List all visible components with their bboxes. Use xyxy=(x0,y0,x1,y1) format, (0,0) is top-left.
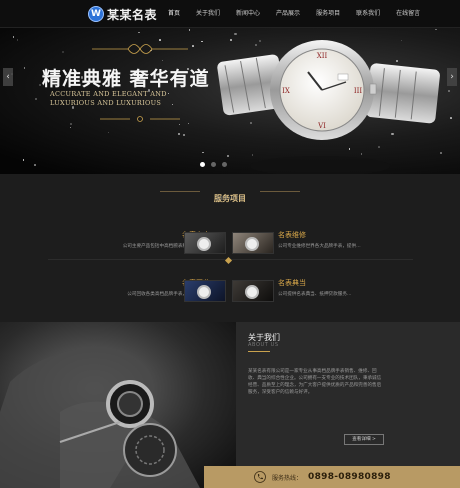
sparkle xyxy=(34,97,37,100)
about-subtitle: ABOUT US xyxy=(248,342,279,348)
sparkle xyxy=(22,159,25,161)
svg-text:III: III xyxy=(354,87,363,95)
sparkle xyxy=(23,67,26,69)
sparkle xyxy=(34,164,37,166)
service-desc: 公司专业维修世界各大品牌手表，提供… xyxy=(278,244,361,249)
about-section: 关于我们 ABOUT US 某某名表有限公司是一家专业从事高档品牌手表销售、维修… xyxy=(0,322,460,488)
site-logo[interactable]: W 某某名表 xyxy=(88,5,157,23)
rock-shadow xyxy=(250,156,390,174)
nav-item-about[interactable]: 关于我们 xyxy=(188,0,228,28)
svg-text:VI: VI xyxy=(317,122,326,130)
nav-item-news[interactable]: 新闻中心 xyxy=(228,0,268,28)
hero-subtitle: ACCURATE AND ELEGANT AND LUXURIOUS AND L… xyxy=(50,90,167,107)
service-image-1[interactable] xyxy=(184,232,226,254)
hero-next-button[interactable]: › xyxy=(447,68,457,86)
watch-band-right xyxy=(365,63,440,124)
about-panel: 关于我们 ABOUT US 某某名表有限公司是一家专业从事高档品牌手表销售、维修… xyxy=(236,322,460,488)
sparkle xyxy=(107,132,110,134)
nav-item-message[interactable]: 在线留言 xyxy=(388,0,428,28)
about-body: 某某名表有限公司是一家专业从事高档品牌手表销售、维修、回收、典当的综合性企业。公… xyxy=(248,369,382,395)
sparkle xyxy=(138,32,140,34)
watch-illustration: XII III VI IX xyxy=(217,40,440,174)
sparkle xyxy=(161,60,163,62)
sparkle xyxy=(159,39,161,41)
sparkle xyxy=(17,39,19,41)
hotline-label: 服务热线： xyxy=(272,474,303,482)
hero-pagination xyxy=(200,162,227,167)
nav-item-products[interactable]: 产品展示 xyxy=(268,0,308,28)
hero-title: 精准典雅 奢华有道 xyxy=(42,68,210,90)
hero-dot-3[interactable] xyxy=(222,162,227,167)
sparkle xyxy=(70,126,72,129)
svg-text:IX: IX xyxy=(282,87,290,95)
service-name: 名表典当 xyxy=(278,279,306,287)
logo-text: 某某名表 xyxy=(107,7,158,22)
watchmaker-illustration xyxy=(0,348,200,488)
sparkle xyxy=(182,134,185,137)
service-name: 名表维修 xyxy=(278,231,306,239)
sparkle xyxy=(191,44,194,47)
top-ornament-icon xyxy=(92,44,188,54)
sparkle xyxy=(70,122,73,125)
services-section: 服务项目 SERVICE 名表专卖 公司主要产品包括中高档腕表和时尚手表… 名表… xyxy=(0,174,460,322)
service-image-4[interactable] xyxy=(232,280,274,302)
service-image-3[interactable] xyxy=(184,280,226,302)
service-image-2[interactable] xyxy=(232,232,274,254)
sparkle xyxy=(450,116,453,119)
hero-prev-button[interactable]: ‹ xyxy=(3,68,13,86)
service-item-2[interactable]: 名表维修 公司专业维修世界各大品牌手表，提供… xyxy=(278,230,398,250)
sparkle xyxy=(440,152,442,154)
main-nav: 首页 关于我们 新闻中心 产品展示 服务项目 联系我们 在线留言 xyxy=(160,0,428,28)
logo-badge-icon: W xyxy=(88,6,104,22)
hero-banner: 精准典雅 奢华有道 ACCURATE AND ELEGANT AND LUXUR… xyxy=(0,28,460,174)
hero-dot-1[interactable] xyxy=(200,162,205,167)
hero-dot-2[interactable] xyxy=(211,162,216,167)
sparkle xyxy=(448,90,450,92)
bottom-ornament-icon xyxy=(100,116,180,122)
nav-item-contact[interactable]: 联系我们 xyxy=(348,0,388,28)
site-header: W 某某名表 首页 关于我们 新闻中心 产品展示 服务项目 联系我们 在线留言 xyxy=(0,0,460,28)
sparkle xyxy=(12,36,15,38)
date-window xyxy=(337,73,349,81)
movement-icon xyxy=(123,423,177,477)
svg-text:XII: XII xyxy=(317,52,328,60)
sparkle xyxy=(178,133,181,136)
sparkle xyxy=(62,51,65,54)
sparkle xyxy=(39,84,42,87)
about-rule xyxy=(248,351,270,352)
about-more-button[interactable]: 查看详细 > xyxy=(344,434,384,445)
hotline-bar[interactable]: 服务热线： 0898-08980898 xyxy=(204,466,460,488)
watch-crown xyxy=(369,83,377,95)
sparkle xyxy=(188,29,191,31)
service-item-4[interactable]: 名表典当 公司提供名表典当、抵押贷款服务… xyxy=(278,278,398,298)
nav-item-home[interactable]: 首页 xyxy=(160,0,188,28)
nav-item-services[interactable]: 服务项目 xyxy=(308,0,348,28)
services-subtitle: SERVICE xyxy=(215,196,245,202)
hotline-number: 0898-08980898 xyxy=(308,472,391,482)
phone-icon xyxy=(254,471,266,483)
about-image xyxy=(0,322,236,488)
service-desc: 公司提供名表典当、抵押贷款服务… xyxy=(278,292,352,297)
